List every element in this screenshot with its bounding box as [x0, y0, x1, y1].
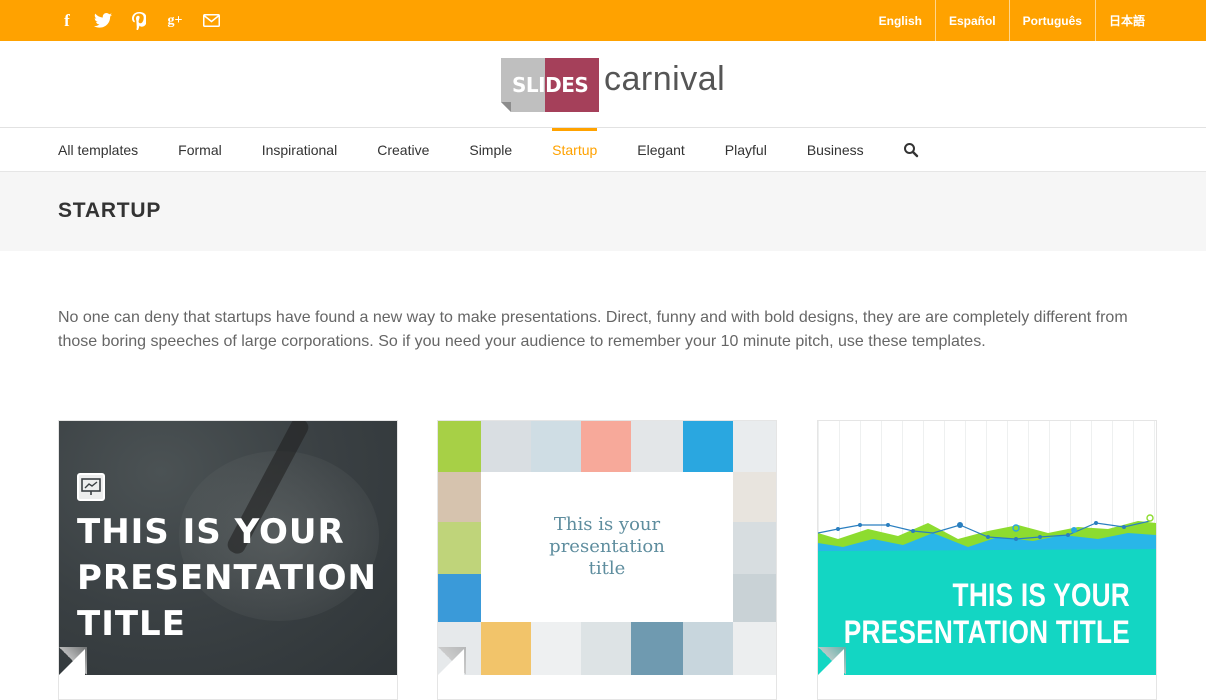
nav-items: All templates Formal Inspirational Creat…: [58, 128, 904, 172]
search-icon[interactable]: [903, 142, 919, 158]
template-card-2[interactable]: This is your presentation title: [437, 420, 777, 700]
lang-japanese[interactable]: 日本語: [1094, 0, 1158, 41]
nav-playful[interactable]: Playful: [725, 128, 767, 172]
lang-espanol[interactable]: Español: [934, 0, 1009, 41]
tile: [531, 421, 581, 472]
tile: [631, 622, 683, 675]
tile: [631, 421, 683, 472]
template-card-3[interactable]: THIS IS YOUR PRESENTATION TITLE: [817, 420, 1157, 700]
nav-inspirational[interactable]: Inspirational: [262, 128, 338, 172]
tile: [481, 421, 531, 472]
logo-carnival-text: carnival: [604, 60, 726, 98]
template-thumbnail-1: THIS IS YOUR PRESENTATION TITLE: [59, 421, 397, 675]
tile: [733, 522, 776, 574]
nav-formal[interactable]: Formal: [178, 128, 222, 172]
language-switcher: English Español Português 日本語: [866, 0, 1158, 41]
lang-portugues[interactable]: Português: [1008, 0, 1095, 41]
page-description: No one can deny that startups have found…: [58, 309, 1128, 350]
template-thumbnail-2: This is your presentation title: [438, 421, 776, 675]
tile: [733, 421, 776, 472]
pinterest-icon[interactable]: [128, 10, 150, 32]
tile: [531, 622, 581, 675]
nav-elegant[interactable]: Elegant: [637, 128, 684, 172]
tile: [733, 574, 776, 622]
tile: [438, 522, 481, 574]
nav-startup[interactable]: Startup: [552, 128, 598, 172]
mail-icon[interactable]: [200, 10, 222, 32]
card-1-title: THIS IS YOUR PRESENTATION TITLE: [77, 512, 377, 644]
tile: [481, 622, 531, 675]
page-title-band: STARTUP: [0, 172, 1206, 251]
top-bar: f g+ English Español Português 日本語: [0, 0, 1206, 41]
card-3-title: THIS IS YOUR PRESENTATION TITLE: [843, 577, 1130, 650]
tile: [683, 421, 733, 472]
logo-slides-text: SLIDES: [512, 73, 589, 97]
tile: [438, 421, 481, 472]
template-thumbnail-3: THIS IS YOUR PRESENTATION TITLE: [818, 421, 1156, 675]
card-2-title: This is your presentation title: [549, 514, 665, 579]
main-nav: All templates Formal Inspirational Creat…: [0, 128, 1206, 172]
tile: [733, 472, 776, 522]
google-plus-icon[interactable]: g+: [164, 10, 186, 32]
nav-business[interactable]: Business: [807, 128, 864, 172]
nav-all-templates[interactable]: All templates: [58, 128, 138, 172]
nav-simple[interactable]: Simple: [469, 128, 512, 172]
tile: [683, 622, 733, 675]
social-links: f g+: [56, 0, 222, 41]
card-2-title-box: This is your presentation title: [481, 472, 733, 622]
lang-english[interactable]: English: [866, 0, 935, 41]
page-curl-fold: [818, 649, 844, 675]
twitter-icon[interactable]: [92, 10, 114, 32]
site-logo[interactable]: SLIDES carnival: [501, 58, 725, 112]
page-title: STARTUP: [58, 199, 162, 222]
tile: [438, 472, 481, 522]
tile: [581, 421, 631, 472]
tile: [438, 574, 481, 622]
presentation-icon: [77, 473, 105, 501]
facebook-icon[interactable]: f: [56, 10, 78, 32]
nav-creative[interactable]: Creative: [377, 128, 429, 172]
page-curl-fold: [438, 649, 464, 675]
tile: [581, 622, 631, 675]
template-card-1[interactable]: THIS IS YOUR PRESENTATION TITLE: [58, 420, 398, 700]
page-curl-fold: [59, 649, 85, 675]
tile: [733, 622, 776, 675]
logo-bar: SLIDES carnival: [0, 41, 1206, 128]
